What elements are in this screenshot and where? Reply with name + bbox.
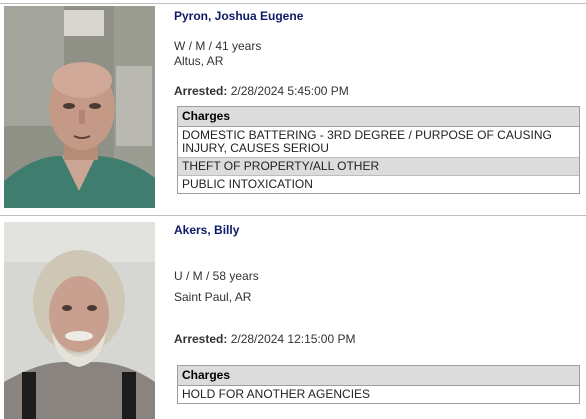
arrested-value: 2/28/2024 5:45:00 PM — [230, 84, 349, 98]
location: Saint Paul, AR — [174, 290, 252, 304]
charges-table: Charges HOLD FOR ANOTHER AGENCIES — [177, 365, 580, 404]
charge-row: HOLD FOR ANOTHER AGENCIES — [178, 386, 579, 403]
location: Altus, AR — [174, 54, 224, 68]
mugshot-photo[interactable] — [4, 6, 155, 208]
charges-table: Charges DOMESTIC BATTERING - 3RD DEGREE … — [177, 106, 580, 194]
demographics: U / M / 58 years — [174, 269, 259, 283]
arrested-value: 2/28/2024 12:15:00 PM — [230, 332, 356, 346]
mugshot-photo[interactable] — [4, 222, 155, 419]
inmate-name-link[interactable]: Pyron, Joshua Eugene — [174, 9, 303, 23]
divider — [0, 215, 586, 216]
charge-row: DOMESTIC BATTERING - 3RD DEGREE / PURPOS… — [178, 127, 579, 158]
charges-header: Charges — [178, 107, 579, 127]
arrested-label: Arrested: — [174, 332, 228, 346]
charge-row: PUBLIC INTOXICATION — [178, 176, 579, 193]
arrest-info: Arrested: 2/28/2024 5:45:00 PM — [174, 84, 349, 98]
divider — [0, 3, 586, 4]
demographics: W / M / 41 years — [174, 39, 262, 53]
inmate-name-link[interactable]: Akers, Billy — [174, 223, 239, 237]
inmate-info: Pyron, Joshua Eugene W / M / 41 years Al… — [174, 9, 580, 209]
inmate-info: Akers, Billy U / M / 58 years Saint Paul… — [174, 223, 580, 419]
charges-header: Charges — [178, 366, 579, 386]
arrested-label: Arrested: — [174, 84, 228, 98]
arrest-info: Arrested: 2/28/2024 12:15:00 PM — [174, 332, 355, 346]
charge-row: THEFT OF PROPERTY/ALL OTHER — [178, 158, 579, 176]
